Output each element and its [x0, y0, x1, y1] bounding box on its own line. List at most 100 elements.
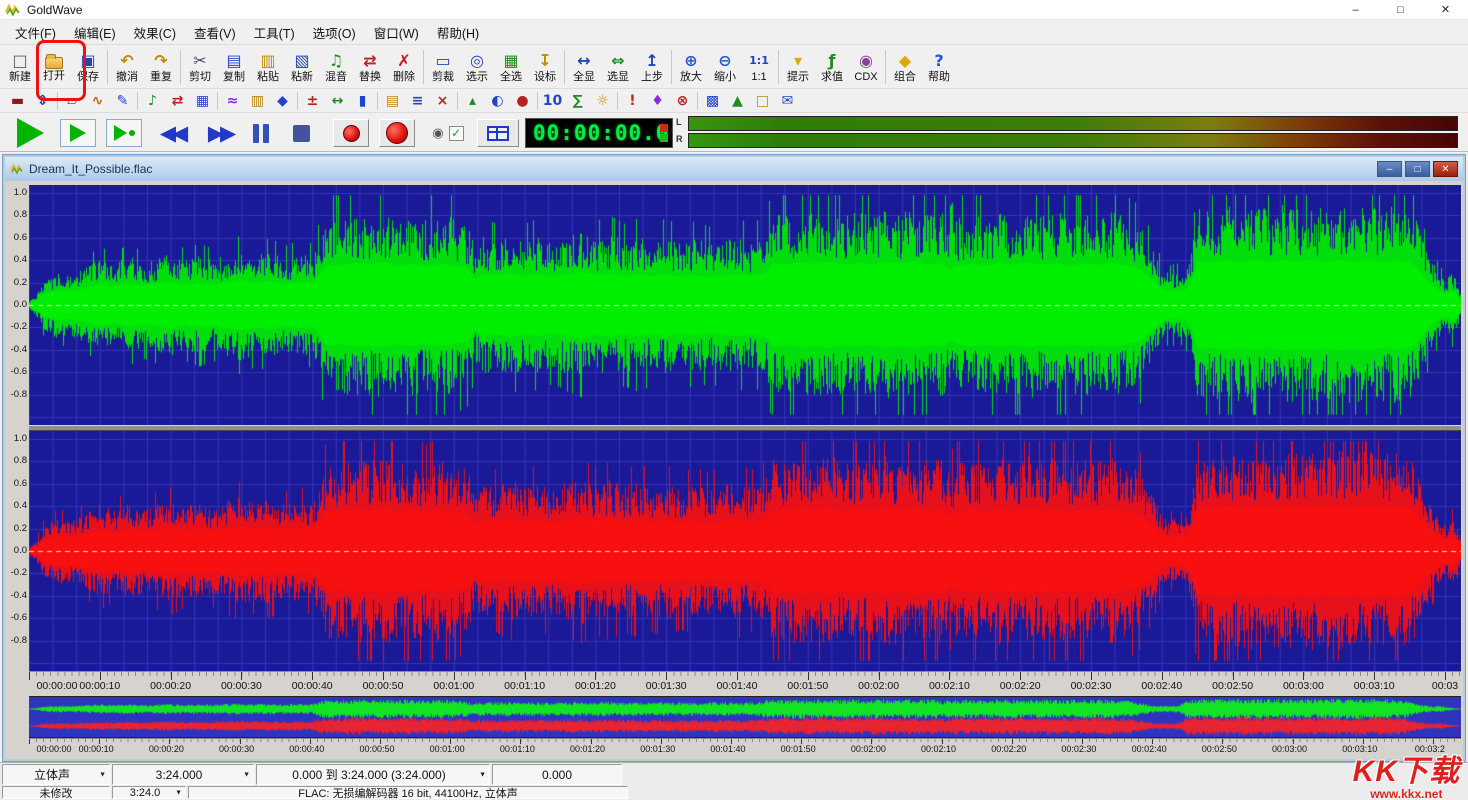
- menu-effect[interactable]: 效果(C): [125, 20, 185, 45]
- toolbar-button-redo[interactable]: ↷重复: [144, 46, 178, 88]
- pause-button[interactable]: [246, 113, 276, 153]
- effect-icon-18[interactable]: ▴: [460, 90, 485, 111]
- play-led-icon: [660, 134, 668, 142]
- total-length-select[interactable]: 3:24.000 ▼: [112, 764, 254, 785]
- document-close-button[interactable]: ✕: [1433, 161, 1458, 177]
- effect-icon-12[interactable]: ±: [300, 90, 325, 111]
- effect-icon-29[interactable]: □: [750, 90, 775, 111]
- effect-icon-7[interactable]: ⇄: [165, 90, 190, 111]
- minimize-button[interactable]: –: [1333, 0, 1378, 20]
- effect-icon-25[interactable]: ♦: [645, 90, 670, 111]
- document-titlebar[interactable]: Dream_It_Possible.flac – □ ✕: [5, 157, 1463, 181]
- play-marker-button[interactable]: [104, 113, 144, 153]
- toolbar-button-tips[interactable]: ▾提示: [781, 46, 815, 88]
- waveform-left-channel[interactable]: [29, 185, 1461, 425]
- toolbar-button-zoom-out[interactable]: ⊖缩小: [708, 46, 742, 88]
- toolbar-button-zoom-1-1[interactable]: 1:11:1: [742, 46, 776, 88]
- play-button[interactable]: [12, 113, 48, 153]
- menu-file[interactable]: 文件(F): [6, 20, 65, 45]
- effect-icon-16[interactable]: ≡: [405, 90, 430, 111]
- toolbar-button-paste-new[interactable]: ▧粘新: [285, 46, 319, 88]
- effect-icon-3[interactable]: ▱: [60, 90, 85, 111]
- toolbar-button-trim[interactable]: ▭剪裁: [426, 46, 460, 88]
- amplitude-label: -0.2: [5, 321, 27, 332]
- toolbar-button-delete[interactable]: ✗删除: [387, 46, 421, 88]
- toolbar-button-previous-zoom[interactable]: ↥上步: [635, 46, 669, 88]
- effect-icon-27[interactable]: ▩: [700, 90, 725, 111]
- monitor-checkbox[interactable]: ✓: [449, 126, 464, 141]
- play-selection-button[interactable]: [58, 113, 98, 153]
- time-label: 00:00:40: [286, 680, 338, 692]
- channel-mode-select[interactable]: 立体声 ▼: [2, 764, 110, 785]
- effect-icon-19[interactable]: ◐: [485, 90, 510, 111]
- toolbar-button-view-all[interactable]: ↔全显: [567, 46, 601, 88]
- toolbar-button-join[interactable]: ◆组合: [888, 46, 922, 88]
- effect-icon-23[interactable]: ☼: [590, 90, 615, 111]
- menu-tool[interactable]: 工具(T): [245, 20, 304, 45]
- menu-help[interactable]: 帮助(H): [428, 20, 488, 45]
- effect-icon-21[interactable]: 10: [540, 90, 565, 111]
- menu-window[interactable]: 窗口(W): [365, 20, 428, 45]
- toolbar-button-set-marker[interactable]: ↧设标: [528, 46, 562, 88]
- effect-icon-28[interactable]: ▲: [725, 90, 750, 111]
- overview-strip[interactable]: [29, 696, 1461, 738]
- toolbar-button-replace[interactable]: ⇄替换: [353, 46, 387, 88]
- timeline-ruler[interactable]: 00:00:0000:00:1000:00:2000:00:3000:00:40…: [29, 671, 1461, 693]
- record-button[interactable]: [378, 113, 416, 153]
- effect-icon-10[interactable]: ▥: [245, 90, 270, 111]
- effect-icon-2[interactable]: ⇕: [30, 90, 55, 111]
- effect-icon-17[interactable]: ×: [430, 90, 455, 111]
- effect-icon-1[interactable]: ▬: [5, 90, 30, 111]
- goldwave-app: { "app": {"title": "GoldWave"}, "window_…: [0, 0, 1468, 800]
- effect-icon-6[interactable]: ♪: [140, 90, 165, 111]
- document-restore-button[interactable]: □: [1405, 161, 1430, 177]
- toolbar-button-mix[interactable]: ♫混音: [319, 46, 353, 88]
- record-selection-button[interactable]: [332, 113, 370, 153]
- effect-icon-24[interactable]: !: [620, 90, 645, 111]
- toolbar-button-zoom-in[interactable]: ⊕放大: [674, 46, 708, 88]
- toolbar-button-undo[interactable]: ↶撤消: [110, 46, 144, 88]
- fast-forward-button[interactable]: ▶▶: [198, 113, 242, 153]
- close-button[interactable]: ✕: [1423, 0, 1468, 20]
- toolbar-button-help[interactable]: ?帮助: [922, 46, 956, 88]
- rewind-button[interactable]: ◀◀: [150, 113, 194, 153]
- effect-icon-14[interactable]: ▮: [350, 90, 375, 111]
- toolbar-button-save[interactable]: ▣保存: [71, 46, 105, 88]
- stop-button[interactable]: [286, 113, 316, 153]
- control-properties-button[interactable]: [476, 113, 520, 153]
- menu-options[interactable]: 选项(O): [304, 20, 365, 45]
- toolbar-button-view-selection[interactable]: ⇔选显: [601, 46, 635, 88]
- overview-ruler[interactable]: 00:00:0000:00:1000:00:2000:00:3000:00:40…: [29, 738, 1461, 755]
- maximize-button[interactable]: □: [1378, 0, 1423, 20]
- waveform-right-channel[interactable]: [29, 431, 1461, 671]
- effect-icon-20[interactable]: ●: [510, 90, 535, 111]
- effect-icon-9[interactable]: ≈: [220, 90, 245, 111]
- menu-edit[interactable]: 编辑(E): [65, 20, 125, 45]
- toolbar-button-open[interactable]: 打开: [37, 46, 71, 88]
- effect-icon-13[interactable]: ↔: [325, 90, 350, 111]
- toolbar-button-copy[interactable]: ▤复制: [217, 46, 251, 88]
- toolbar-button-new[interactable]: □新建: [3, 46, 37, 88]
- monitor-toggle[interactable]: ◉ ✓: [426, 113, 470, 153]
- app-titlebar[interactable]: GoldWave – □ ✕: [0, 0, 1468, 20]
- dropdown-icon: ▼: [479, 771, 486, 778]
- toolbar-button-evaluate[interactable]: ƒ求值: [815, 46, 849, 88]
- menu-view[interactable]: 查看(V): [185, 20, 245, 45]
- document-minimize-button[interactable]: –: [1377, 161, 1402, 177]
- effect-icon-11[interactable]: ◆: [270, 90, 295, 111]
- view-length-select[interactable]: 3:24.0 ▼: [112, 786, 186, 799]
- effect-icon-22[interactable]: ∑: [565, 90, 590, 111]
- effect-icon-5[interactable]: ✎: [110, 90, 135, 111]
- toolbar-button-cut[interactable]: ✂剪切: [183, 46, 217, 88]
- effect-icon-30[interactable]: ✉: [775, 90, 800, 111]
- selection-range-select[interactable]: 0.000 到 3:24.000 (3:24.000) ▼: [256, 764, 490, 785]
- time-label: 00:03:2: [1407, 744, 1453, 754]
- effect-icon-8[interactable]: ▦: [190, 90, 215, 111]
- effect-icon-4[interactable]: ∿: [85, 90, 110, 111]
- toolbar-button-cdx[interactable]: ◉CDX: [849, 46, 883, 88]
- effect-icon-15[interactable]: ▤: [380, 90, 405, 111]
- toolbar-button-select-all[interactable]: ▦全选: [494, 46, 528, 88]
- toolbar-button-select-view[interactable]: ◎选示: [460, 46, 494, 88]
- toolbar-button-paste[interactable]: ▥粘贴: [251, 46, 285, 88]
- effect-icon-26[interactable]: ⊗: [670, 90, 695, 111]
